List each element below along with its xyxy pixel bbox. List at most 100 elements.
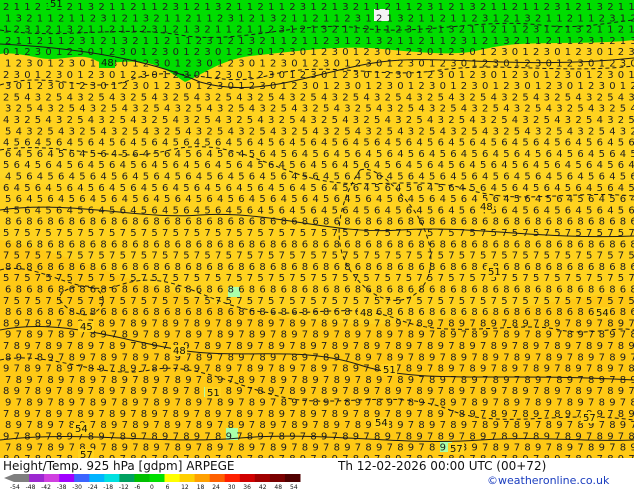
svg-text:5: 5: [56, 251, 62, 262]
contour-label: 45: [80, 322, 93, 333]
svg-text:3: 3: [228, 13, 234, 24]
svg-text:4: 4: [397, 149, 403, 160]
svg-text:5: 5: [289, 160, 295, 171]
svg-text:2: 2: [630, 81, 634, 92]
svg-text:6: 6: [98, 183, 104, 194]
svg-text:8: 8: [493, 307, 499, 318]
svg-text:6: 6: [461, 307, 467, 318]
svg-text:3: 3: [427, 2, 433, 13]
svg-text:5: 5: [226, 92, 232, 103]
svg-text:6: 6: [480, 183, 486, 194]
svg-text:3: 3: [300, 2, 306, 13]
svg-text:5: 5: [109, 273, 115, 284]
svg-text:3: 3: [35, 92, 41, 103]
svg-text:4: 4: [609, 172, 615, 183]
svg-text:5: 5: [310, 251, 316, 262]
svg-text:7: 7: [100, 443, 106, 454]
svg-text:5: 5: [217, 149, 223, 160]
svg-text:6: 6: [609, 262, 615, 273]
svg-text:4: 4: [312, 126, 318, 137]
svg-text:4: 4: [291, 104, 297, 115]
svg-text:6: 6: [440, 217, 446, 228]
svg-text:8: 8: [620, 375, 626, 386]
svg-text:2: 2: [257, 92, 263, 103]
svg-text:6: 6: [45, 160, 51, 171]
svg-text:7: 7: [173, 431, 179, 442]
svg-text:9: 9: [312, 443, 318, 454]
svg-text:3: 3: [597, 2, 603, 13]
svg-text:6: 6: [153, 285, 159, 296]
svg-text:9: 9: [588, 352, 594, 363]
svg-text:9: 9: [461, 352, 467, 363]
colorbar-tick-label: -42: [41, 484, 51, 490]
svg-text:1: 1: [5, 13, 11, 24]
svg-text:8: 8: [194, 386, 200, 397]
svg-text:3: 3: [90, 81, 96, 92]
svg-text:5: 5: [247, 251, 253, 262]
svg-text:9: 9: [535, 443, 541, 454]
credit-link[interactable]: ©weatheronline.co.uk: [487, 474, 609, 487]
svg-text:5: 5: [312, 149, 318, 160]
svg-text:5: 5: [535, 104, 541, 115]
svg-text:9: 9: [259, 330, 265, 341]
colorbar-swatch: [284, 474, 301, 482]
svg-text:0: 0: [575, 70, 581, 81]
svg-text:6: 6: [58, 262, 64, 273]
svg-text:6: 6: [514, 285, 520, 296]
svg-text:6: 6: [630, 172, 634, 183]
svg-text:6: 6: [482, 149, 488, 160]
svg-text:0: 0: [312, 81, 318, 92]
svg-text:5: 5: [363, 205, 369, 216]
svg-text:7: 7: [88, 296, 94, 307]
svg-text:2: 2: [173, 92, 179, 103]
svg-text:7: 7: [5, 375, 11, 386]
svg-text:1: 1: [522, 47, 528, 58]
svg-text:5: 5: [427, 228, 433, 239]
svg-text:5: 5: [323, 194, 329, 205]
svg-text:3: 3: [565, 115, 571, 126]
svg-text:4: 4: [376, 104, 382, 115]
svg-text:2: 2: [376, 13, 382, 24]
svg-text:7: 7: [204, 273, 210, 284]
svg-text:9: 9: [344, 443, 350, 454]
svg-text:8: 8: [355, 285, 361, 296]
svg-text:2: 2: [3, 2, 9, 13]
svg-text:3: 3: [302, 104, 308, 115]
svg-text:6: 6: [257, 183, 263, 194]
svg-text:3: 3: [501, 92, 507, 103]
svg-text:7: 7: [365, 330, 371, 341]
svg-text:5: 5: [132, 126, 138, 137]
svg-text:8: 8: [196, 262, 202, 273]
svg-text:0: 0: [58, 81, 64, 92]
svg-text:4: 4: [228, 172, 234, 183]
svg-text:5: 5: [247, 183, 253, 194]
svg-text:6: 6: [100, 307, 106, 318]
svg-text:3: 3: [620, 59, 626, 70]
svg-text:5: 5: [586, 251, 592, 262]
svg-text:2: 2: [503, 13, 509, 24]
svg-text:1: 1: [90, 59, 96, 70]
svg-text:4: 4: [270, 149, 276, 160]
svg-text:7: 7: [567, 352, 573, 363]
svg-text:9: 9: [26, 375, 32, 386]
svg-text:9: 9: [122, 375, 128, 386]
svg-text:4: 4: [204, 183, 210, 194]
svg-text:4: 4: [448, 92, 454, 103]
svg-text:6: 6: [501, 138, 507, 149]
svg-text:7: 7: [3, 251, 9, 262]
svg-text:6: 6: [503, 307, 509, 318]
svg-text:8: 8: [175, 375, 181, 386]
svg-text:1: 1: [120, 2, 126, 13]
svg-text:7: 7: [194, 409, 200, 420]
svg-text:6: 6: [630, 262, 634, 273]
svg-text:9: 9: [132, 398, 138, 409]
svg-text:7: 7: [236, 296, 242, 307]
svg-text:6: 6: [238, 194, 244, 205]
svg-text:2: 2: [461, 126, 467, 137]
svg-text:4: 4: [185, 126, 191, 137]
svg-text:3: 3: [5, 104, 11, 115]
svg-text:4: 4: [448, 138, 454, 149]
svg-text:8: 8: [365, 262, 371, 273]
svg-text:1: 1: [493, 13, 499, 24]
svg-text:3: 3: [556, 104, 562, 115]
